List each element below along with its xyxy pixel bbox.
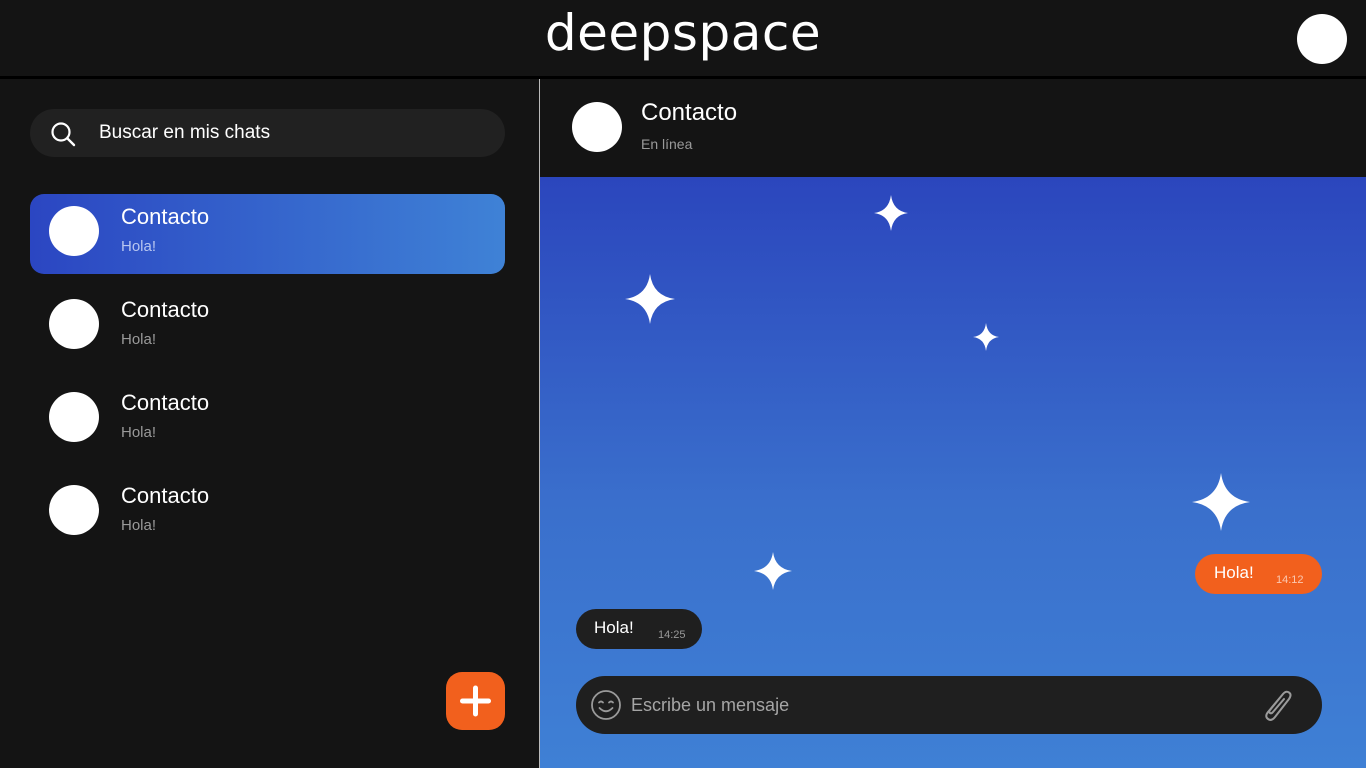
contact-status: En línea bbox=[641, 136, 693, 152]
chat-list-item[interactable]: Contacto Hola! bbox=[30, 194, 505, 274]
last-message-preview: Hola! bbox=[121, 424, 157, 441]
contact-name: Contacto bbox=[121, 483, 210, 508]
message-area: Hola! 14:12 Hola! 14:25 bbox=[540, 177, 1366, 768]
chat-sidebar: Contacto Hola! Contacto Hola! Contacto H… bbox=[0, 79, 539, 768]
incoming-message[interactable]: Hola! 14:25 bbox=[576, 609, 702, 649]
outgoing-message[interactable]: Hola! 14:12 bbox=[1195, 554, 1322, 594]
top-bar: deepspace bbox=[0, 0, 1366, 79]
sparkle-icon bbox=[973, 323, 999, 351]
search-bar[interactable] bbox=[30, 109, 505, 157]
last-message-preview: Hola! bbox=[121, 331, 157, 348]
message-input[interactable] bbox=[631, 676, 1231, 734]
chat-list-item[interactable]: Contacto Hola! bbox=[30, 287, 505, 367]
contact-avatar bbox=[49, 485, 99, 535]
contact-avatar bbox=[49, 299, 99, 349]
last-message-preview: Hola! bbox=[121, 238, 157, 255]
contact-avatar bbox=[49, 206, 99, 256]
contact-name: Contacto bbox=[641, 99, 738, 126]
smiley-icon[interactable] bbox=[590, 689, 622, 721]
sparkle-icon bbox=[874, 195, 908, 231]
message-composer bbox=[576, 676, 1322, 734]
paperclip-icon[interactable] bbox=[1256, 685, 1296, 725]
sparkle-icon bbox=[754, 552, 792, 590]
contact-avatar[interactable] bbox=[572, 102, 622, 152]
search-input[interactable] bbox=[99, 109, 489, 157]
message-time: 14:25 bbox=[658, 629, 686, 641]
user-avatar[interactable] bbox=[1297, 14, 1347, 64]
sparkle-icon bbox=[625, 274, 675, 324]
contact-avatar bbox=[49, 392, 99, 442]
search-icon bbox=[51, 122, 76, 147]
chat-list-item[interactable]: Contacto Hola! bbox=[30, 473, 505, 553]
last-message-preview: Hola! bbox=[121, 517, 157, 534]
new-chat-button[interactable] bbox=[446, 672, 505, 730]
message-text: Hola! bbox=[594, 618, 634, 637]
contact-name: Contacto bbox=[121, 297, 210, 322]
conversation-header: Contacto En línea bbox=[540, 79, 1366, 177]
chat-list-item[interactable]: Contacto Hola! bbox=[30, 380, 505, 460]
sparkle-icon bbox=[1192, 473, 1250, 531]
contact-name: Contacto bbox=[121, 204, 210, 229]
plus-icon bbox=[460, 685, 491, 717]
contact-name: Contacto bbox=[121, 390, 210, 415]
brand-logo: deepspace bbox=[544, 4, 822, 62]
conversation-panel: Contacto En línea Hola! 14:12 Hola! 14:2… bbox=[540, 79, 1366, 768]
message-text: Hola! bbox=[1214, 563, 1254, 582]
message-time: 14:12 bbox=[1276, 574, 1304, 586]
